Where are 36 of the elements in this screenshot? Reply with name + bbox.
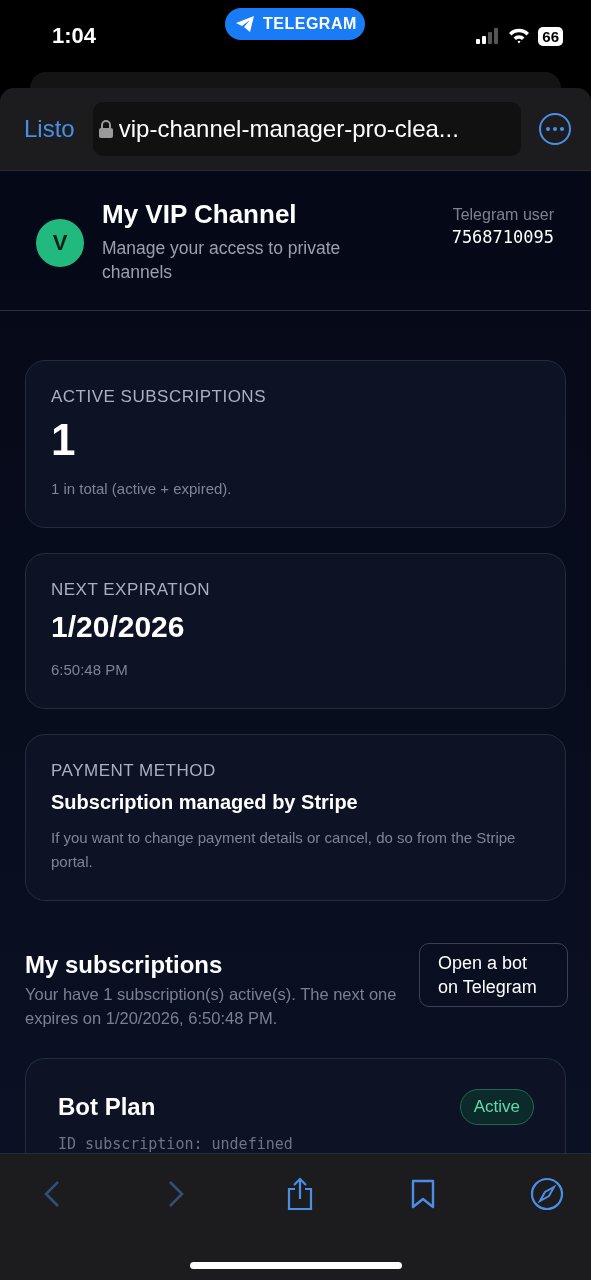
section-title: My subscriptions: [25, 951, 224, 979]
compass-icon: [530, 1177, 564, 1211]
forward-chevron-icon: [167, 1180, 184, 1208]
battery-level: 66: [538, 26, 563, 46]
more-button[interactable]: [539, 113, 571, 145]
open-bot-button[interactable]: Open a bot on Telegram: [419, 943, 568, 1007]
clock-time: 1:04: [52, 23, 98, 49]
channel-avatar: V: [36, 219, 84, 267]
status-badge: Active: [459, 1089, 534, 1125]
paper-plane-icon: [235, 15, 255, 33]
share-icon: [285, 1177, 314, 1211]
subscription-id: ID subscription: undefined: [58, 1135, 294, 1153]
wifi-icon: [508, 28, 531, 44]
card-label: PAYMENT METHOD: [51, 761, 217, 781]
address-field[interactable]: vip-channel-manager-pro-clea...: [92, 102, 521, 156]
card-note: 6:50:48 PM: [51, 660, 129, 680]
card-note: 1 in total (active + expired).: [51, 479, 233, 499]
card-label: ACTIVE SUBSCRIPTIONS: [51, 387, 267, 407]
back-chevron-icon: [44, 1180, 60, 1208]
user-label: Telegram user: [451, 205, 554, 225]
card-label: NEXT EXPIRATION: [51, 580, 211, 600]
channel-subtitle: Manage your access to private channels: [102, 237, 342, 284]
user-id: 7568710095: [450, 227, 554, 247]
plan-name: Bot Plan: [58, 1093, 156, 1121]
done-button[interactable]: Listo: [24, 115, 75, 143]
card-note: If you want to change payment details or cancel, do so from the Stripe portal.: [51, 828, 517, 872]
telegram-pill[interactable]: TELEGRAM: [225, 8, 365, 40]
signal-icon: [476, 28, 501, 44]
channel-title: My VIP Channel: [102, 199, 298, 230]
card-value: 1: [51, 415, 77, 465]
more-icon: [546, 127, 564, 131]
card-value: 1/20/2026: [51, 610, 186, 644]
card-value: Subscription managed by Stripe: [51, 791, 359, 814]
section-summary: Your have 1 subscription(s) active(s). The next one expires on 1/20/2026, 6:50:48 PM.: [25, 984, 398, 1029]
bookmark-icon: [410, 1178, 437, 1210]
lock-icon: [98, 120, 113, 138]
